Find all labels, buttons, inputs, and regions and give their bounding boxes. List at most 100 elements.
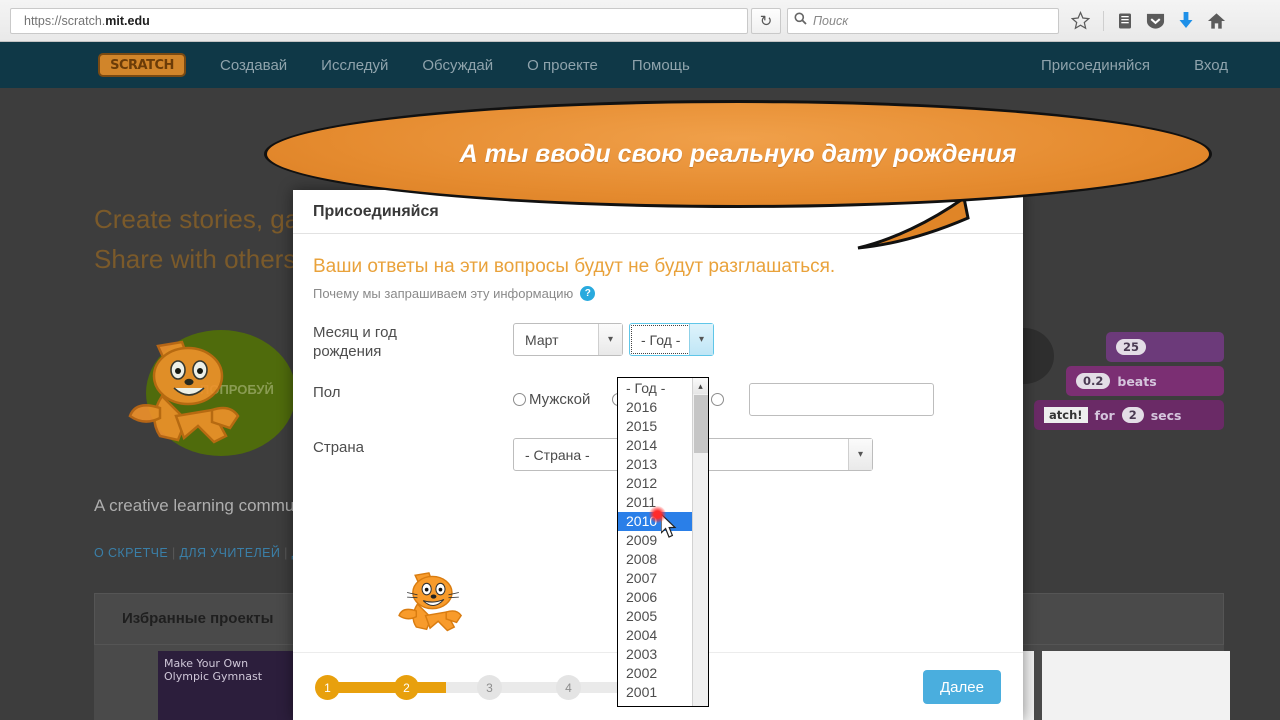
gender-label: Пол <box>313 384 341 401</box>
pocket-shield-icon[interactable] <box>1146 12 1165 30</box>
scratch-block: 0.2 beats <box>1066 366 1224 396</box>
year-option[interactable]: 2005 <box>618 607 692 626</box>
download-arrow-icon[interactable] <box>1178 11 1194 30</box>
why-info-text[interactable]: Почему мы запрашиваем эту информацию <box>313 286 573 301</box>
url-text: https://scratch.mit.edu <box>24 13 150 28</box>
birth-month-value: Март <box>525 331 559 348</box>
speech-bubble-text: А ты вводи свою реальную дату рождения <box>459 139 1017 168</box>
year-option[interactable]: 2008 <box>618 550 692 569</box>
year-options-container: - Год -2016 2015 2014 2013 2012 2011 2010 2009 2… <box>618 378 692 706</box>
progress-step-3[interactable]: 3 <box>477 675 502 700</box>
year-option[interactable]: 2009 <box>618 531 692 550</box>
progress-bar-1 <box>337 682 397 693</box>
birth-date-label: Месяц и год рождения <box>313 323 513 361</box>
link-about-scratch[interactable]: О СКРЕТЧЕ <box>94 546 168 560</box>
progress-step-2[interactable]: 2 <box>394 675 419 700</box>
nav-link-join[interactable]: Присоединяйся <box>1041 57 1150 74</box>
gender-other-input[interactable] <box>749 383 935 416</box>
year-option[interactable]: 2004 <box>618 626 692 645</box>
year-option[interactable]: 2001 <box>618 683 692 702</box>
scratch-cat-logo-icon <box>128 340 240 444</box>
home-icon[interactable] <box>1207 12 1226 30</box>
year-option[interactable]: 2002 <box>618 664 692 683</box>
speech-bubble: А ты вводи свою реальную дату рождения <box>264 100 1212 208</box>
search-placeholder-text: Поиск <box>813 13 849 28</box>
block-value: 2 <box>1121 407 1144 423</box>
help-question-icon[interactable]: ? <box>580 286 596 301</box>
scratch-blocks-group: 25 0.2 beats atch! for 2 secs <box>1034 332 1224 434</box>
modal-title: Присоединяйся <box>313 202 439 220</box>
progress-step-4[interactable]: 4 <box>556 675 581 700</box>
link-sep-2: | <box>284 546 292 560</box>
year-option[interactable]: 2006 <box>618 588 692 607</box>
search-input[interactable]: Поиск <box>787 7 1059 34</box>
birth-label-line-1: Месяц и год <box>313 324 397 341</box>
nav-link-discuss[interactable]: Обсуждай <box>422 57 493 74</box>
nav-link-explore[interactable]: Исследуй <box>321 57 388 74</box>
block-label-post: secs <box>1150 407 1182 423</box>
project-thumbnail[interactable] <box>1042 651 1230 720</box>
radio-button-male[interactable] <box>513 393 526 406</box>
year-option[interactable]: 2003 <box>618 645 692 664</box>
site-navbar: SCRATCH Создавай Исследуй Обсуждай О про… <box>0 42 1280 88</box>
block-label: beats <box>1117 373 1157 389</box>
nav-link-signin[interactable]: Вход <box>1194 57 1228 74</box>
country-value: - Страна - <box>525 446 590 463</box>
year-option[interactable]: 2000 <box>618 702 692 706</box>
reader-list-icon[interactable] <box>1117 12 1133 30</box>
gender-radio-group: Мужской Женский <box>513 383 935 416</box>
year-option[interactable]: 2013 <box>618 455 692 474</box>
progress-bar-2b <box>446 682 480 693</box>
dropdown-scrollbar[interactable]: ▴ <box>692 378 708 706</box>
chevron-up-icon[interactable]: ▴ <box>693 378 708 394</box>
block-label-mid: for <box>1094 407 1115 423</box>
gender-option-other[interactable] <box>711 393 727 406</box>
star-icon[interactable] <box>1071 11 1090 30</box>
scratch-cat-mascot-icon <box>398 572 463 632</box>
nav-right-group: Присоединяйся Вход <box>997 57 1228 74</box>
link-for-educators[interactable]: ДЛЯ УЧИТЕЛЕЙ <box>180 546 281 560</box>
browser-icon-group <box>1071 10 1226 31</box>
birth-label-line-2: рождения <box>313 343 382 360</box>
birth-year-value: - Год - <box>641 331 681 348</box>
nav-link-create[interactable]: Создавай <box>220 57 287 74</box>
year-option[interactable]: 2012 <box>618 474 692 493</box>
year-option[interactable]: 2015 <box>618 417 692 436</box>
gender-option-male-label: Мужской <box>529 391 591 408</box>
birth-year-select[interactable]: - Год - ▾ <box>629 323 714 356</box>
chevron-down-icon: ▾ <box>689 324 713 355</box>
progress-bar-3 <box>499 682 559 693</box>
progress-step-1[interactable]: 1 <box>315 675 340 700</box>
block-text-field: atch! <box>1044 407 1088 423</box>
scratch-block: atch! for 2 secs <box>1034 400 1224 430</box>
next-button[interactable]: Далее <box>923 670 1001 704</box>
search-icon <box>794 12 807 30</box>
reload-icon[interactable]: ↻ <box>751 7 781 34</box>
progress-steps: 1 2 3 4 <box>315 675 626 700</box>
block-value: 0.2 <box>1076 373 1111 389</box>
year-option[interactable]: 2016 <box>618 398 692 417</box>
birth-month-select[interactable]: Март ▾ <box>513 323 623 356</box>
nav-link-about[interactable]: О проекте <box>527 57 598 74</box>
chevron-down-icon: ▾ <box>598 324 622 355</box>
birth-date-row: Месяц и год рождения Март ▾ - Год - ▾ <box>313 323 1003 361</box>
nav-link-help[interactable]: Помощь <box>632 57 690 74</box>
click-highlight-dot <box>649 506 666 523</box>
why-info-row: Почему мы запрашиваем эту информацию ? <box>313 286 1003 301</box>
chevron-down-icon: ▾ <box>848 439 872 470</box>
toolbar-divider <box>1103 10 1104 31</box>
scratch-block: 25 <box>1106 332 1224 362</box>
url-bar[interactable]: https://scratch.mit.edu <box>10 7 748 34</box>
year-option[interactable]: 2014 <box>618 436 692 455</box>
scrollbar-thumb[interactable] <box>694 395 708 453</box>
browser-toolbar: https://scratch.mit.edu ↻ Поиск <box>0 0 1280 42</box>
block-value: 25 <box>1116 339 1147 355</box>
year-option[interactable]: 2007 <box>618 569 692 588</box>
link-sep-1: | <box>171 546 180 560</box>
year-option[interactable]: - Год - <box>618 379 692 398</box>
scratch-logo[interactable]: SCRATCH <box>98 53 186 77</box>
join-scratch-modal: Присоединяйся Ваши ответы на эти вопросы… <box>293 190 1023 720</box>
gender-option-male[interactable]: Мужской <box>513 391 590 408</box>
radio-button-other[interactable] <box>711 393 725 406</box>
featured-projects-title: Избранные проекты <box>122 610 274 627</box>
